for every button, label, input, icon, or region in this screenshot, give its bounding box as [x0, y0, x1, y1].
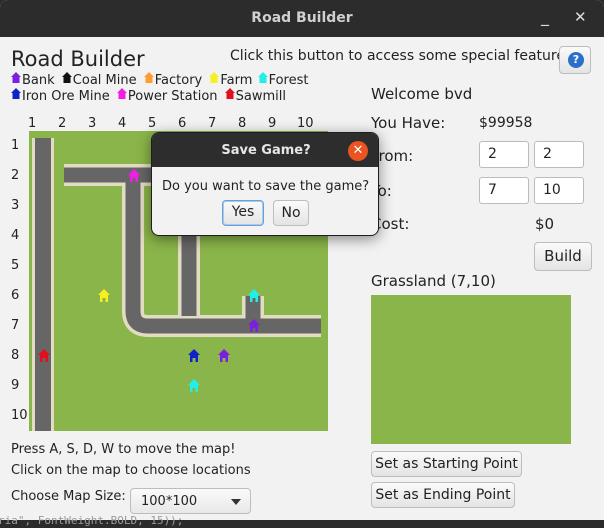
- column-label: 7: [208, 116, 217, 131]
- to-y-field[interactable]: 10: [534, 177, 584, 204]
- map-size-value: 100*100: [141, 494, 198, 509]
- column-label: 3: [88, 116, 97, 131]
- map-size-label: Choose Map Size:: [11, 489, 126, 504]
- you-have-label: You Have:: [371, 114, 446, 132]
- column-label: 1: [28, 116, 37, 131]
- chevron-down-icon: [231, 499, 241, 505]
- column-label: 10: [297, 116, 314, 131]
- help-button[interactable]: ?: [559, 46, 591, 74]
- title-bar: Road Builder _ ✕: [0, 0, 604, 37]
- window-title: Road Builder: [251, 10, 353, 26]
- iron-ore-mine-building-icon[interactable]: [188, 349, 200, 362]
- main-window: Road Builder _ ✕ Road Builder Click this…: [0, 0, 604, 520]
- column-label: 9: [268, 116, 277, 131]
- no-button[interactable]: No: [273, 200, 309, 226]
- row-label: 3: [11, 198, 20, 213]
- sawmill-icon: [224, 88, 235, 100]
- row-label: 5: [11, 258, 20, 273]
- column-label: 8: [238, 116, 247, 131]
- iron-ore-mine-icon: [11, 88, 21, 100]
- welcome-text: Welcome bvd: [371, 85, 473, 103]
- close-icon[interactable]: ✕: [574, 8, 587, 26]
- coal-mine-icon: [61, 72, 72, 84]
- column-label: 6: [178, 116, 187, 131]
- build-button[interactable]: Build: [534, 242, 592, 271]
- row-label: 10: [11, 408, 28, 423]
- row-label: 6: [11, 288, 20, 303]
- background-code-strip: ria", FontWeight.BOLD, 15));: [0, 514, 604, 528]
- factory-icon: [143, 72, 154, 84]
- legend-item-iron-ore-mine: Iron Ore Mine: [11, 88, 110, 104]
- cost-value: $0: [535, 215, 555, 233]
- move-instructions: Press A, S, D, W to move the map!: [11, 442, 236, 457]
- set-end-button[interactable]: Set as Ending Point: [371, 482, 515, 508]
- row-label: 7: [11, 318, 20, 333]
- column-label: 4: [118, 116, 127, 131]
- row-label: 4: [11, 228, 20, 243]
- dialog-message: Do you want to save the game?: [162, 179, 370, 194]
- legend-item-factory: Factory: [141, 72, 202, 88]
- dialog-title: Save Game?: [221, 143, 311, 158]
- background-code-text: ria", FontWeight.BOLD, 15));: [0, 514, 184, 527]
- dialog-close-icon[interactable]: ✕: [348, 141, 368, 161]
- farm-icon: [209, 72, 220, 84]
- tile-title: Grassland (7,10): [371, 272, 496, 290]
- row-label: 2: [11, 168, 20, 183]
- legend-item-coal-mine: Coal Mine: [59, 72, 137, 88]
- bank-building-icon[interactable]: [218, 349, 230, 362]
- farm-building-icon[interactable]: [98, 289, 110, 302]
- legend-item-bank: Bank: [11, 72, 55, 88]
- help-hint: Click this button to access some special…: [230, 48, 578, 64]
- legend-item-farm: Farm: [206, 72, 252, 88]
- from-y-field[interactable]: 2: [534, 141, 584, 168]
- column-label: 5: [148, 116, 157, 131]
- dialog-title-bar: Save Game? ✕: [152, 133, 378, 167]
- column-label: 2: [58, 116, 67, 131]
- row-label: 1: [11, 138, 20, 153]
- tile-preview: [371, 295, 571, 444]
- click-instructions: Click on the map to choose locations: [11, 463, 251, 478]
- legend-item-sawmill: Sawmill: [222, 88, 286, 104]
- set-start-button[interactable]: Set as Starting Point: [371, 451, 522, 477]
- legend-item-power-station: Power Station: [114, 88, 218, 104]
- minimize-icon[interactable]: _: [541, 7, 555, 26]
- app-title: Road Builder: [11, 47, 145, 71]
- from-x-field[interactable]: 2: [479, 141, 529, 168]
- to-x-field[interactable]: 7: [479, 177, 529, 204]
- map-size-select[interactable]: 100*100: [130, 488, 251, 514]
- save-game-dialog: Save Game? ✕ Do you want to save the gam…: [151, 132, 379, 236]
- balance-value: $99958: [479, 115, 533, 131]
- legend-row-2: Iron Ore Mine Power Station Sawmill: [11, 88, 286, 104]
- question-icon: ?: [568, 52, 584, 68]
- forest-icon: [257, 72, 268, 84]
- row-label: 8: [11, 348, 20, 363]
- legend-item-forest: Forest: [257, 72, 308, 88]
- legend-row-1: Bank Coal Mine Factory Farm Forest: [11, 72, 308, 88]
- power-station-icon: [116, 88, 127, 100]
- forest-building-icon[interactable]: [188, 379, 200, 392]
- yes-button[interactable]: Yes: [222, 200, 264, 226]
- row-label: 9: [11, 378, 20, 393]
- bank-icon: [11, 72, 21, 84]
